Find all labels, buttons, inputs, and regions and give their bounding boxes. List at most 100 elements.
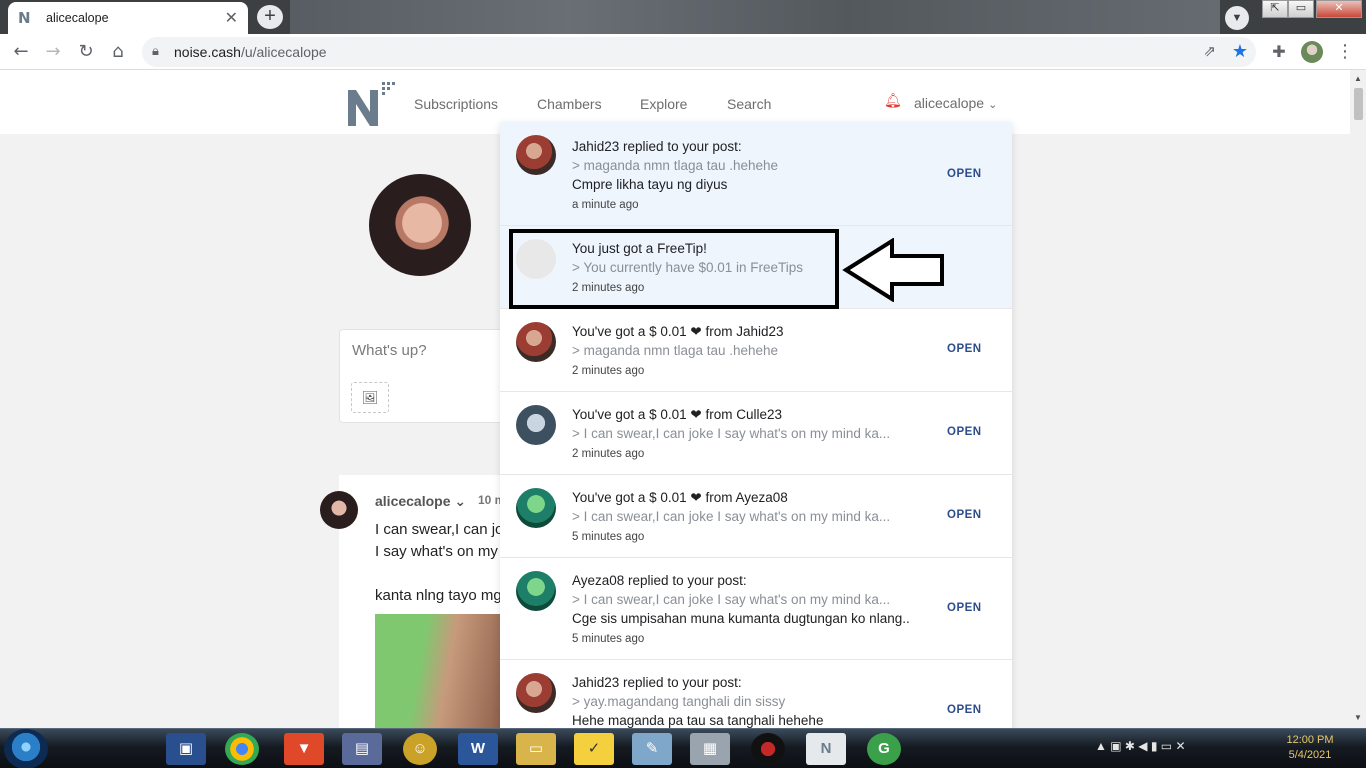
chrome-icon[interactable] — [225, 733, 259, 765]
grammarly-icon[interactable]: G — [867, 733, 901, 765]
window-maximize-icon[interactable]: ▭ — [1288, 0, 1314, 18]
noise-cash-app-icon[interactable]: N — [806, 733, 846, 765]
browser-tab-strip: N alicecalope ✕ + ▼ ⇱ ▭ ✕ — [0, 0, 1366, 34]
address-bar[interactable]: 🔒︎ noise.cash/u/alicecalope ⇗ ★ — [142, 37, 1256, 67]
notification-open-button[interactable]: OPEN — [947, 343, 982, 355]
lock-icon: 🔒︎ — [152, 43, 159, 58]
notification-open-button[interactable]: OPEN — [947, 426, 982, 438]
new-tab-button[interactable]: + — [257, 5, 283, 29]
start-button-icon[interactable] — [4, 729, 48, 768]
notification-item[interactable]: Ayeza08 replied to your post: > I can sw… — [500, 558, 1012, 660]
notification-avatar — [516, 322, 556, 362]
notification-title: Ayeza08 replied to your post: — [572, 573, 747, 588]
notification-avatar — [516, 571, 556, 611]
nav-chambers[interactable]: Chambers — [537, 96, 602, 112]
nav-explore[interactable]: Explore — [640, 96, 687, 112]
notification-title: You've got a $ 0.01 ❤ from Jahid23 — [572, 324, 784, 339]
extensions-puzzle-icon[interactable]: ✚ — [1268, 41, 1290, 63]
browser-toolbar: ← → ↻ ⌂ 🔒︎ noise.cash/u/alicecalope ⇗ ★ … — [0, 34, 1366, 70]
tab-search-icon[interactable]: ▼ — [1225, 6, 1249, 30]
taskbar-clock[interactable]: 12:00 PM 5/4/2021 — [1280, 733, 1340, 763]
notification-open-button[interactable]: OPEN — [947, 704, 982, 716]
profile-avatar — [369, 174, 471, 276]
user-menu-label: alicecalope — [914, 95, 985, 111]
clock-time: 12:00 PM — [1286, 734, 1334, 746]
home-icon[interactable]: ⌂ — [107, 41, 129, 63]
tab-close-icon[interactable]: ✕ — [225, 8, 238, 28]
notification-open-button[interactable]: OPEN — [947, 168, 982, 180]
notification-open-button[interactable]: OPEN — [947, 509, 982, 521]
notification-title: Jahid23 replied to your post: — [572, 675, 742, 690]
noise-cash-favicon-icon: N — [18, 9, 31, 27]
bookmark-star-icon[interactable]: ★ — [1232, 41, 1248, 62]
notification-bell-icon[interactable]: 🔔︎ — [884, 92, 902, 109]
taskbar-app-icon[interactable] — [751, 733, 785, 765]
notification-item[interactable]: You've got a $ 0.01 ❤ from Jahid23 > mag… — [500, 309, 1012, 392]
notifications-dropdown: Jahid23 replied to your post: > maganda … — [500, 122, 1012, 728]
notification-quote: > I can swear,I can joke I say what's on… — [572, 509, 891, 524]
notification-item[interactable]: You've got a $ 0.01 ❤ from Ayeza08 > I c… — [500, 475, 1012, 558]
notification-quote: > I can swear,I can joke I say what's on… — [572, 426, 891, 441]
chevron-down-icon: ⌄ — [454, 493, 467, 509]
notification-title: You've got a $ 0.01 ❤ from Ayeza08 — [572, 490, 788, 505]
tab-title: alicecalope — [46, 11, 109, 25]
open-in-app-icon[interactable]: ⇗ — [1203, 42, 1216, 60]
post-image[interactable] — [375, 614, 505, 728]
notification-time: 5 minutes ago — [572, 633, 645, 645]
forward-arrow-icon[interactable]: → — [42, 41, 64, 63]
browser-tab-active[interactable]: N alicecalope ✕ — [8, 2, 248, 34]
nav-search[interactable]: Search — [727, 96, 771, 112]
notification-time: 2 minutes ago — [572, 365, 645, 377]
reload-icon[interactable]: ↻ — [75, 41, 97, 63]
nav-subscriptions[interactable]: Subscriptions — [414, 96, 498, 112]
os-taskbar: ▣ ▼ ▤ ☺ W ▭ ✓ ✎ ▦ N G ▲ ▣ ✱ ◀ ▮ ▭ ✕ 12:0… — [0, 728, 1366, 768]
file-explorer-icon[interactable]: ▭ — [516, 733, 556, 765]
calculator-icon[interactable]: ▦ — [690, 733, 730, 765]
browser-menu-icon[interactable]: ⋮ — [1334, 41, 1356, 63]
notification-time: 5 minutes ago — [572, 531, 645, 543]
notification-avatar — [516, 405, 556, 445]
taskbar-app-icon[interactable]: ▤ — [342, 733, 382, 765]
notification-item[interactable]: You've got a $ 0.01 ❤ from Culle23 > I c… — [500, 392, 1012, 475]
url-text: noise.cash/u/alicecalope — [174, 44, 327, 60]
notification-message: Hehe maganda pa tau sa tanghali hehehe — [572, 713, 824, 728]
notification-open-button[interactable]: OPEN — [947, 602, 982, 614]
scrollbar-thumb[interactable] — [1354, 88, 1363, 120]
composer-placeholder[interactable]: What's up? — [352, 342, 427, 359]
system-tray[interactable]: ▲ ▣ ✱ ◀ ▮ ▭ ✕ — [1095, 739, 1186, 753]
noise-cash-logo-icon[interactable] — [346, 78, 396, 128]
profile-avatar-icon[interactable] — [1301, 41, 1323, 63]
taskbar-app-icon[interactable]: ✎ — [632, 733, 672, 765]
scroll-down-icon[interactable]: ▼ — [1354, 713, 1362, 722]
notification-item[interactable]: Jahid23 replied to your post: > yay.maga… — [500, 660, 1012, 728]
page-viewport: Subscriptions Chambers Explore Search 🔔︎… — [0, 70, 1350, 728]
post-text-line: I can swear,I can jo — [375, 521, 504, 538]
notification-quote: > I can swear,I can joke I say what's on… — [572, 592, 891, 607]
window-close-button[interactable]: ✕ — [1316, 0, 1362, 18]
window-restore-icon[interactable]: ⇱ — [1262, 0, 1288, 18]
post-author[interactable]: alicecalope ⌄ — [375, 493, 466, 510]
notification-item[interactable]: Jahid23 replied to your post: > maganda … — [500, 122, 1012, 226]
taskbar-app-icon[interactable]: ☺ — [403, 733, 437, 765]
notification-quote: > maganda nmn tlaga tau .hehehe — [572, 158, 779, 173]
taskbar-app-icon[interactable]: ▣ — [166, 733, 206, 765]
notification-title: Jahid23 replied to your post: — [572, 139, 742, 154]
chevron-down-icon: ⌄ — [988, 99, 998, 111]
post-text-line: kanta nlng tayo mg — [375, 587, 502, 604]
back-arrow-icon[interactable]: ← — [10, 41, 32, 63]
notification-quote: > yay.magandang tanghali din sissy — [572, 694, 786, 709]
scroll-up-icon[interactable]: ▲ — [1354, 74, 1362, 83]
composer-card[interactable]: What's up? 🖼︎ — [339, 329, 519, 423]
user-menu[interactable]: alicecalope ⌄ — [914, 95, 997, 111]
brave-icon[interactable]: ▼ — [284, 733, 324, 765]
add-image-icon[interactable]: 🖼︎ — [351, 382, 389, 413]
post-author-avatar[interactable] — [320, 491, 358, 529]
word-icon[interactable]: W — [458, 733, 498, 765]
post-text-line: I say what's on my — [375, 543, 498, 560]
highlight-annotation-box — [509, 229, 839, 309]
notification-time: a minute ago — [572, 199, 639, 211]
notification-message: Cmpre likha tayu ng diyus — [572, 177, 728, 192]
clock-date: 5/4/2021 — [1288, 749, 1332, 761]
sticky-notes-icon[interactable]: ✓ — [574, 733, 614, 765]
page-scrollbar[interactable]: ▲ ▼ — [1350, 70, 1366, 728]
